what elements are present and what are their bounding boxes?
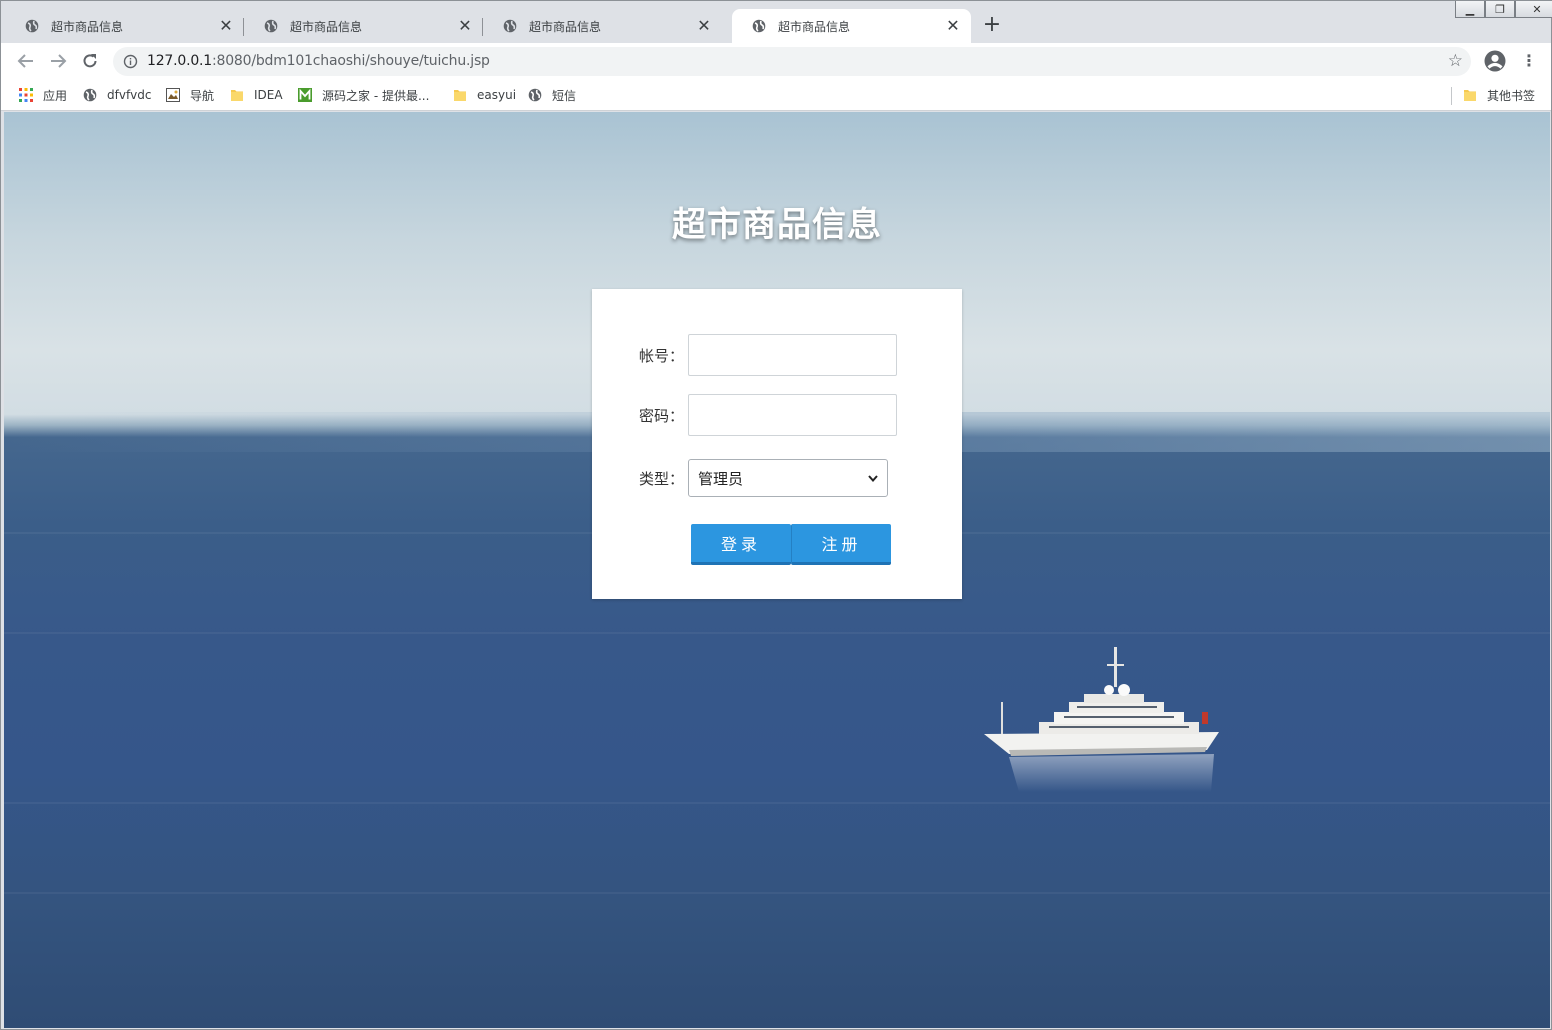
yacht-image: [984, 647, 1219, 792]
minimize-icon[interactable]: ▁: [1455, 1, 1485, 18]
chevron-down-icon: [868, 475, 878, 483]
bookmark-sms[interactable]: 短信: [528, 85, 576, 105]
tab-2[interactable]: 超市商品信息 ✕: [244, 9, 483, 43]
close-tab-icon[interactable]: ✕: [218, 18, 234, 34]
password-row: 密码：: [592, 394, 962, 436]
browser-toolbar: 127.0.0.1:8080/bdm101chaoshi/shouye/tuic…: [1, 43, 1551, 79]
password-label: 密码：: [638, 406, 684, 425]
register-button[interactable]: 注册: [791, 524, 891, 565]
browser-window: 超市商品信息 ✕ 超市商品信息 ✕ 超市商品信息 ✕ 超市商品信息 ✕ + ▁ …: [0, 0, 1552, 1030]
bookmark-label: 源码之家 - 提供最...: [322, 88, 430, 103]
globe-icon: [503, 19, 517, 33]
account-input[interactable]: [688, 334, 897, 376]
bookmark-label: 应用: [43, 88, 68, 103]
tab-1[interactable]: 超市商品信息 ✕: [5, 9, 244, 43]
bookmark-label: 短信: [552, 88, 577, 103]
bookmarks-bar: 应用 dfvfvdc 导航 IDEA 源码之家 - 提供最... easyui …: [1, 79, 1551, 111]
url-text: 127.0.0.1:8080/bdm101chaoshi/shouye/tuic…: [147, 53, 490, 69]
info-icon[interactable]: [123, 54, 138, 69]
form-buttons: 登录 注册: [691, 524, 891, 565]
reload-icon[interactable]: [79, 50, 101, 72]
tab-title: 超市商品信息: [51, 19, 124, 34]
page-content: 超市商品信息 帐号： 密码： 类型： 管理员 登录 注册: [4, 112, 1550, 1028]
bookmark-idea[interactable]: IDEA: [230, 85, 283, 105]
menu-kebab-icon[interactable]: ⋮: [1521, 51, 1537, 71]
bookmark-divider: [1451, 87, 1452, 105]
login-card: 帐号： 密码： 类型： 管理员 登录 注册: [592, 289, 962, 599]
type-selected-value: 管理员: [698, 469, 744, 488]
bookmark-other[interactable]: 其他书签: [1463, 85, 1535, 105]
url-host: 127.0.0.1: [147, 53, 212, 69]
globe-icon: [83, 88, 97, 102]
globe-icon: [528, 88, 542, 102]
back-arrow-icon[interactable]: [15, 50, 37, 72]
close-tab-icon[interactable]: ✕: [457, 18, 473, 34]
bookmark-label: 其他书签: [1487, 88, 1536, 103]
bookmark-dfvfvdc[interactable]: dfvfvdc: [83, 85, 151, 105]
folder-icon: [1464, 90, 1476, 101]
water-ripple: [4, 632, 1550, 634]
profile-avatar-icon[interactable]: [1484, 50, 1506, 72]
account-label: 帐号：: [638, 346, 684, 365]
bookmark-easyui[interactable]: easyui: [453, 85, 516, 105]
password-input[interactable]: [688, 394, 897, 436]
type-label: 类型：: [638, 469, 684, 488]
water-ripple: [4, 802, 1550, 804]
folder-icon: [231, 90, 243, 101]
image-icon: [166, 88, 180, 102]
apps-grid-icon: [19, 88, 33, 102]
bookmark-nav[interactable]: 导航: [166, 85, 214, 105]
tab-4-active[interactable]: 超市商品信息 ✕: [732, 9, 971, 43]
bookmark-star-icon[interactable]: ☆: [1448, 51, 1463, 71]
login-button[interactable]: 登录: [691, 524, 791, 565]
restore-icon[interactable]: ❐: [1485, 1, 1515, 18]
bookmark-label: dfvfvdc: [107, 88, 152, 102]
type-row: 类型： 管理员: [592, 459, 962, 497]
new-tab-button[interactable]: +: [981, 14, 1003, 37]
account-row: 帐号：: [592, 334, 962, 376]
bookmark-label: easyui: [477, 88, 517, 102]
tab-title: 超市商品信息: [290, 19, 363, 34]
page-title: 超市商品信息: [672, 205, 882, 245]
tab-3[interactable]: 超市商品信息 ✕: [483, 9, 722, 43]
tab-strip: 超市商品信息 ✕ 超市商品信息 ✕ 超市商品信息 ✕ 超市商品信息 ✕ + ▁ …: [1, 1, 1552, 43]
url-path: :8080/bdm101chaoshi/shouye/tuichu.jsp: [212, 53, 490, 69]
close-tab-icon[interactable]: ✕: [696, 18, 712, 34]
bookmark-yuanma[interactable]: 源码之家 - 提供最...: [298, 85, 429, 105]
address-bar[interactable]: 127.0.0.1:8080/bdm101chaoshi/shouye/tuic…: [113, 47, 1471, 76]
tab-title: 超市商品信息: [529, 19, 602, 34]
bookmark-label: IDEA: [254, 88, 283, 102]
type-select[interactable]: 管理员: [688, 459, 888, 497]
globe-icon: [752, 19, 766, 33]
bookmark-label: 导航: [190, 88, 215, 103]
folder-icon: [454, 90, 466, 101]
close-window-icon[interactable]: ✕: [1515, 1, 1552, 18]
water-ripple: [4, 892, 1550, 894]
bookmark-apps[interactable]: 应用: [19, 85, 67, 105]
globe-icon: [264, 19, 278, 33]
window-controls: ▁ ❐ ✕: [1455, 1, 1552, 19]
tab-title: 超市商品信息: [778, 19, 851, 34]
close-tab-icon[interactable]: ✕: [945, 18, 961, 34]
globe-icon: [25, 19, 39, 33]
m-logo-icon: [298, 88, 312, 102]
forward-arrow-icon[interactable]: [47, 50, 69, 72]
